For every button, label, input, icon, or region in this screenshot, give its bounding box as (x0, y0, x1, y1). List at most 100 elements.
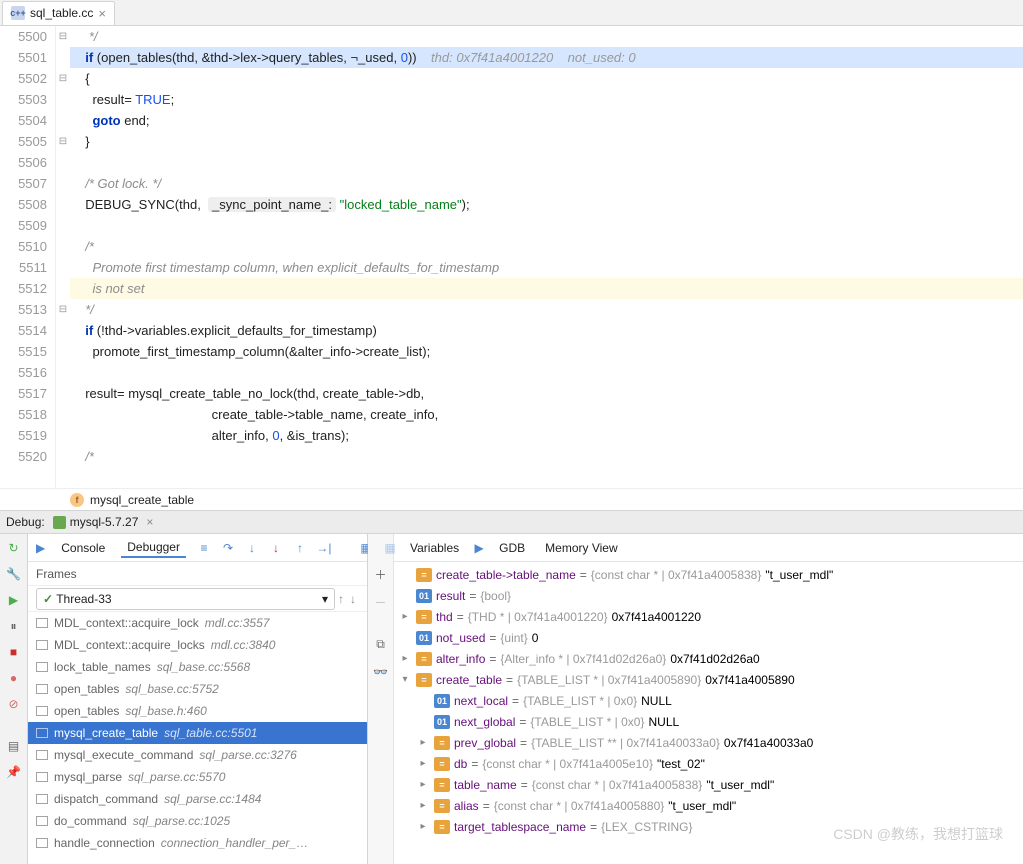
wrench-icon[interactable]: 🔧 (4, 564, 24, 584)
var-type-icon: 01 (416, 631, 432, 645)
stackframe-icon (36, 772, 48, 782)
threads-icon[interactable]: ≡ (196, 540, 212, 556)
step-into-icon[interactable]: ↓ (244, 540, 260, 556)
layout-icon[interactable]: ▤ (4, 736, 24, 756)
frame-item[interactable]: MDL_context::acquire_locks mdl.cc:3840 (28, 634, 367, 656)
resume-icon[interactable]: ▶ (4, 590, 24, 610)
gdb-tab[interactable]: GDB (491, 539, 533, 557)
stackframe-icon (36, 684, 48, 694)
vars-mid-toolbar: ＋ － ⧉ 👓 (368, 534, 394, 864)
stop-icon[interactable]: ■ (4, 642, 24, 662)
close-icon[interactable]: × (146, 515, 153, 529)
stackframe-icon (36, 706, 48, 716)
force-step-into-icon[interactable]: ↓ (268, 540, 284, 556)
var-type-icon: = (416, 673, 432, 687)
memory-view-tab[interactable]: Memory View (537, 539, 625, 557)
stackframe-icon (36, 618, 48, 628)
frame-item[interactable]: open_tables sql_base.h:460 (28, 700, 367, 722)
expand-icon[interactable]: ▸ (398, 653, 412, 664)
variable-row[interactable]: ▸=prev_global = {TABLE_LIST ** | 0x7f41a… (394, 732, 1023, 753)
rerun-icon[interactable]: ↻ (4, 538, 24, 558)
variable-row[interactable]: ▸=alter_info = {Alter_info * | 0x7f41d02… (394, 648, 1023, 669)
var-type-icon: = (416, 568, 432, 582)
line-number-gutter: 5500550155025503550455055506550755085509… (0, 26, 56, 488)
run-to-cursor-icon[interactable]: →| (316, 540, 332, 556)
chevron-down-icon: ▾ (322, 592, 328, 606)
stackframe-icon (36, 816, 48, 826)
pause-icon[interactable]: ⏸ (4, 616, 24, 636)
variable-row[interactable]: ▾=create_table = {TABLE_LIST * | 0x7f41a… (394, 669, 1023, 690)
file-tab[interactable]: c++ sql_table.cc × (2, 1, 115, 25)
frame-item[interactable]: mysql_parse sql_parse.cc:5570 (28, 766, 367, 788)
thread-selector[interactable]: ✓ Thread-33 ▾ (36, 588, 335, 610)
variable-row[interactable]: ▸=target_tablespace_name = {LEX_CSTRING} (394, 816, 1023, 837)
variable-row[interactable]: ▸=thd = {THD * | 0x7f41a4001220} 0x7f41a… (394, 606, 1023, 627)
expand-icon[interactable]: ▸ (416, 779, 430, 790)
expand-icon[interactable]: ▸ (416, 800, 430, 811)
variables-tree[interactable]: =create_table->table_name = {const char … (394, 562, 1023, 864)
code-editor[interactable]: 5500550155025503550455055506550755085509… (0, 26, 1023, 488)
var-type-icon: = (434, 778, 450, 792)
more-icon[interactable]: ▦ (382, 540, 398, 556)
variable-row[interactable]: =create_table->table_name = {const char … (394, 564, 1023, 585)
thread-name: Thread-33 (56, 592, 111, 606)
copy-icon[interactable]: ⧉ (371, 634, 391, 654)
remove-watch-icon[interactable]: － (371, 592, 391, 612)
frame-item[interactable]: open_tables sql_base.cc:5752 (28, 678, 367, 700)
debug-left-toolbar: ↻ 🔧 ▶ ⏸ ■ ● ⊘ ▤ 📌 (0, 534, 28, 864)
variable-row[interactable]: ▸=table_name = {const char * | 0x7f41a40… (394, 774, 1023, 795)
variable-row[interactable]: 01next_local = {TABLE_LIST * | 0x0} NULL (394, 690, 1023, 711)
var-type-icon: = (434, 736, 450, 750)
code-area[interactable]: */ if (open_tables(thd, &thd->lex->query… (70, 26, 1023, 488)
stackframe-icon (36, 794, 48, 804)
glasses-icon[interactable]: 👓 (371, 662, 391, 682)
var-type-icon: 01 (434, 694, 450, 708)
gdb-tab-icon: ▶ (471, 540, 487, 556)
var-type-icon: = (416, 652, 432, 666)
file-tab-bar: c++ sql_table.cc × (0, 0, 1023, 26)
var-type-icon: = (434, 757, 450, 771)
variables-panel: Variables ▶ GDB Memory View =create_tabl… (394, 534, 1023, 864)
debug-config-selector[interactable]: mysql-5.7.27 × (53, 515, 154, 529)
frame-item[interactable]: mysql_execute_command sql_parse.cc:3276 (28, 744, 367, 766)
variable-row[interactable]: 01next_global = {TABLE_LIST * | 0x0} NUL… (394, 711, 1023, 732)
step-over-icon[interactable]: ↷ (220, 540, 236, 556)
step-out-icon[interactable]: ↑ (292, 540, 308, 556)
expand-icon[interactable]: ▸ (416, 758, 430, 769)
expand-icon[interactable]: ▾ (398, 674, 412, 685)
pin-icon[interactable]: 📌 (4, 762, 24, 782)
var-type-icon: = (434, 799, 450, 813)
variables-tab[interactable]: Variables (402, 539, 467, 557)
expand-icon[interactable]: ▸ (416, 821, 430, 832)
frames-list[interactable]: MDL_context::acquire_lock mdl.cc:3557MDL… (28, 612, 367, 864)
variable-row[interactable]: 01result = {bool} (394, 585, 1023, 606)
debug-config-name: mysql-5.7.27 (70, 515, 139, 529)
mute-breakpoints-icon[interactable]: ⊘ (4, 694, 24, 714)
stackframe-icon (36, 838, 48, 848)
frame-item[interactable]: do_command sql_parse.cc:1025 (28, 810, 367, 832)
next-frame-icon[interactable]: ↓ (347, 592, 359, 606)
file-tab-label: sql_table.cc (30, 6, 93, 20)
prev-frame-icon[interactable]: ↑ (335, 592, 347, 606)
var-type-icon: 01 (416, 589, 432, 603)
frame-item[interactable]: MDL_context::acquire_lock mdl.cc:3557 (28, 612, 367, 634)
expand-icon[interactable]: ▸ (416, 737, 430, 748)
view-breakpoints-icon[interactable]: ● (4, 668, 24, 688)
expand-icon[interactable]: ▸ (398, 611, 412, 622)
var-type-icon: = (434, 820, 450, 834)
console-tab[interactable]: Console (55, 539, 111, 557)
breadcrumb-label[interactable]: mysql_create_table (90, 493, 194, 507)
debug-tabs-header: ▶ Console Debugger ≡ ↷ ↓ ↓ ↑ →| ▦ ▦ (28, 534, 367, 562)
var-type-icon: = (416, 610, 432, 624)
variable-row[interactable]: ▸=alias = {const char * | 0x7f41a4005880… (394, 795, 1023, 816)
new-watch-icon[interactable]: ＋ (371, 564, 391, 584)
frame-item[interactable]: handle_connection connection_handler_per… (28, 832, 367, 854)
close-icon[interactable]: × (98, 6, 106, 21)
debugger-tab[interactable]: Debugger (121, 538, 186, 558)
variable-row[interactable]: ▸=db = {const char * | 0x7f41a4005e10} "… (394, 753, 1023, 774)
frame-item[interactable]: lock_table_names sql_base.cc:5568 (28, 656, 367, 678)
frame-item[interactable]: mysql_create_table sql_table.cc:5501 (28, 722, 367, 744)
variable-row[interactable]: 01not_used = {uint} 0 (394, 627, 1023, 648)
frame-item[interactable]: dispatch_command sql_parse.cc:1484 (28, 788, 367, 810)
stackframe-icon (36, 662, 48, 672)
